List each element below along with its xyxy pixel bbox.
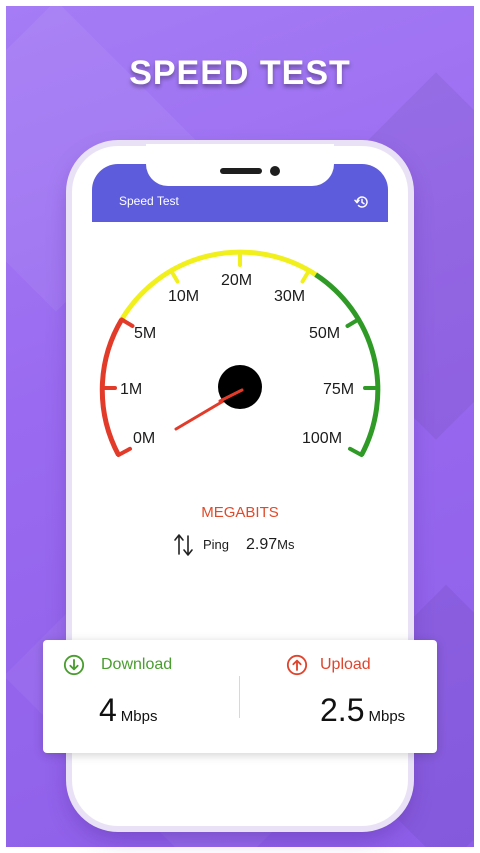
app-title: Speed Test [119, 194, 179, 208]
download-value: 4 Mbps [99, 692, 157, 729]
gauge-label-100m: 100M [302, 430, 342, 447]
gauge-label-0m: 0M [133, 430, 155, 447]
upload-unit: Mbps [368, 708, 406, 725]
speed-gauge: 0M 1M 5M 10M 20M 30M 50M 75M 100M [99, 249, 381, 457]
gauge-label-75m: 75M [323, 381, 354, 398]
gauge-arc-mid [119, 249, 318, 321]
gauge-tick [116, 446, 132, 457]
gauge-arc-high [314, 272, 381, 457]
upload-label: Upload [320, 656, 371, 673]
upload-result: Upload 2.5 Mbps [240, 640, 436, 753]
download-result: Download 4 Mbps [43, 640, 239, 753]
ping-value: 2.97Ms [246, 536, 294, 554]
gauge-tick [169, 268, 180, 284]
phone-speaker [220, 168, 262, 174]
ping-label: Ping [203, 537, 230, 552]
download-unit: Mbps [120, 708, 158, 725]
gauge-tick [345, 317, 361, 328]
phone-camera [270, 166, 280, 176]
gauge-label-5m: 5M [134, 325, 156, 342]
results-card: Download 4 Mbps Upload 2.5 Mbps [43, 640, 437, 753]
gauge-tick [119, 317, 135, 328]
gauge-label-10m: 10M [168, 288, 199, 305]
swap-vertical-icon [174, 534, 193, 556]
upload-icon [286, 654, 308, 676]
gauge-label-50m: 50M [309, 325, 340, 342]
ping-row: Ping 2.97Ms [173, 532, 333, 562]
phone-side-button [408, 305, 413, 377]
gauge-hub [218, 365, 262, 409]
gauge-label-20m: 20M [221, 272, 252, 289]
gauge-tick [300, 268, 311, 284]
phone-notch [146, 144, 334, 186]
download-number: 4 [99, 692, 117, 728]
download-icon [63, 654, 85, 676]
upload-value: 2.5 Mbps [320, 692, 405, 729]
unit-label: MEGABITS [201, 504, 279, 521]
ping-number: 2.97 [246, 536, 278, 553]
gauge-label-30m: 30M [274, 288, 305, 305]
gauge-label-1m: 1M [120, 381, 142, 398]
history-icon[interactable] [354, 194, 370, 210]
upload-number: 2.5 [320, 692, 365, 728]
download-label: Download [101, 656, 173, 673]
ping-unit: Ms [277, 537, 295, 552]
gauge-tick [348, 446, 364, 457]
promo-headline: SPEED TEST [129, 54, 351, 92]
